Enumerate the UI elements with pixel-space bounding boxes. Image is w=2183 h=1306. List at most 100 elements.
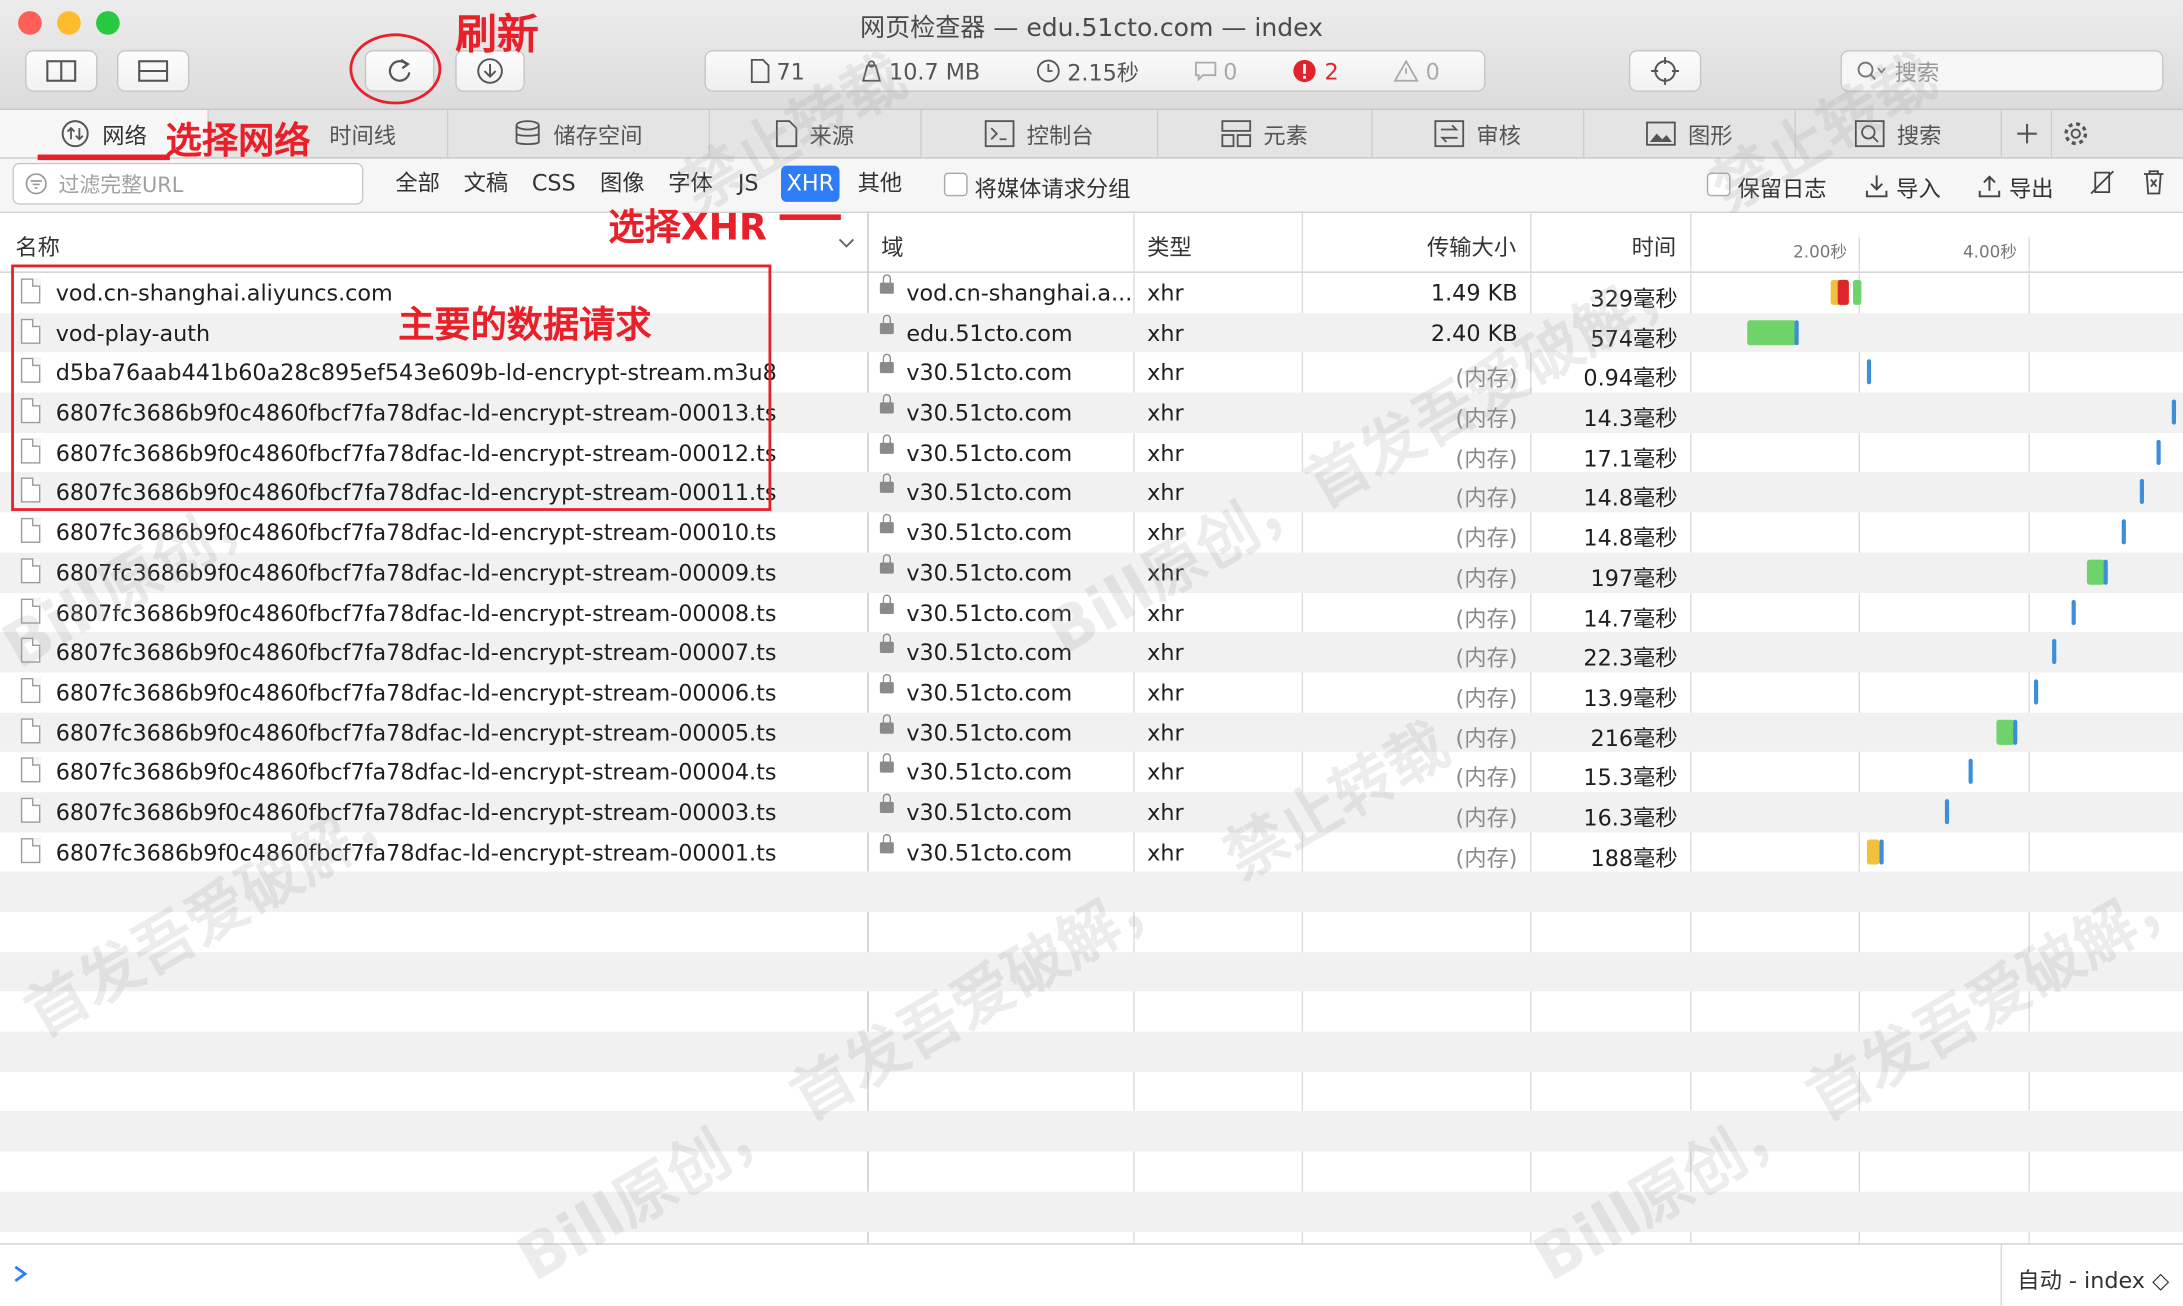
annotation-main-requests-box — [11, 264, 772, 511]
request-type: xhr — [1147, 799, 1184, 826]
column-header-size[interactable]: 传输大小 — [1427, 228, 1516, 261]
request-size: (内存) — [1455, 604, 1518, 632]
column-header-domain[interactable]: 域 — [881, 228, 903, 261]
lock-icon — [879, 753, 894, 774]
load-time[interactable]: 2.15秒 — [1035, 54, 1139, 87]
request-type: xhr — [1147, 439, 1184, 467]
annotation-select-network: 选择网络 — [165, 121, 311, 163]
timeline-bar — [2086, 559, 2106, 585]
trash-icon — [2143, 170, 2164, 195]
filter-icon — [25, 173, 47, 195]
new-tab-button[interactable] — [2002, 109, 2053, 158]
dock-bottom-button[interactable] — [116, 50, 190, 92]
filter-type-all[interactable]: 全部 — [390, 166, 446, 202]
clock-icon — [1036, 59, 1060, 83]
lock-icon — [879, 633, 894, 654]
request-domain: vod.cn-shanghai.a... — [906, 279, 1133, 307]
column-header-name[interactable]: 名称 — [15, 228, 60, 261]
message-count[interactable]: 0 — [1194, 58, 1237, 84]
request-domain: v30.51cto.com — [906, 639, 1073, 666]
table-row[interactable]: 6807fc3686b9f0c4860fbcf7fa78dfac-ld-encr… — [0, 672, 2183, 712]
timeline-bar — [2052, 639, 2057, 665]
timeline-bar — [1996, 719, 2015, 745]
annotation-network-underline — [37, 154, 170, 161]
document-icon — [750, 58, 770, 84]
request-type: xhr — [1147, 359, 1184, 387]
table-row[interactable]: 6807fc3686b9f0c4860fbcf7fa78dfac-ld-encr… — [0, 712, 2183, 753]
request-name: 6807fc3686b9f0c4860fbcf7fa78dfac-ld-encr… — [55, 719, 777, 746]
timeline-bar — [1866, 838, 1880, 865]
filter-type-css[interactable]: CSS — [526, 166, 581, 202]
error-icon — [1293, 59, 1317, 83]
request-domain: v30.51cto.com — [906, 838, 1073, 866]
lock-icon — [879, 354, 894, 374]
request-time: 14.8毫秒 — [1583, 525, 1678, 552]
import-label: 导入 — [1896, 175, 1941, 202]
execution-context-select[interactable]: 自动 - index ◇ — [2017, 1261, 2169, 1294]
request-time: 15.3毫秒 — [1583, 764, 1678, 792]
request-type: xhr — [1147, 319, 1184, 347]
dock-side-button[interactable] — [25, 50, 98, 92]
timeline-tick-label: 2.00秒 — [1793, 242, 1848, 262]
clear-log-button[interactable] — [2141, 168, 2166, 201]
lock-icon — [879, 274, 894, 294]
tab-console[interactable]: 控制台 — [922, 109, 1159, 158]
lock-icon — [879, 434, 894, 454]
request-time: 188毫秒 — [1590, 844, 1678, 871]
error-count-value: 2 — [1324, 57, 1339, 85]
annotation-main-requests: 主要的数据请求 — [398, 304, 652, 347]
group-media-checkbox[interactable] — [943, 172, 968, 197]
timeline-bar — [2121, 519, 2126, 545]
filter-type-image[interactable]: 图像 — [594, 166, 650, 202]
disable-cache-button[interactable] — [2088, 168, 2116, 201]
prompt-chevron-icon[interactable] — [13, 1264, 30, 1283]
url-filter-input[interactable]: 过滤完整URL — [12, 162, 364, 205]
warning-icon — [1393, 59, 1419, 82]
annotation-select-xhr: 选择XHR — [608, 207, 767, 250]
lock-icon — [879, 394, 894, 414]
warning-count[interactable]: 0 — [1393, 57, 1440, 85]
request-type: xhr — [1147, 679, 1184, 706]
warning-count-value: 0 — [1425, 57, 1440, 85]
request-time: 13.9毫秒 — [1583, 684, 1678, 712]
request-domain: v30.51cto.com — [906, 519, 1073, 546]
element-picker-button[interactable] — [1628, 50, 1702, 92]
table-row[interactable]: 6807fc3686b9f0c4860fbcf7fa78dfac-ld-encr… — [0, 752, 2183, 792]
export-icon — [1978, 175, 2001, 198]
import-button[interactable]: 导入 — [1865, 170, 1941, 203]
request-type: xhr — [1147, 639, 1184, 666]
request-type: xhr — [1147, 479, 1184, 506]
request-name: 6807fc3686b9f0c4860fbcf7fa78dfac-ld-encr… — [55, 639, 777, 666]
table-row[interactable]: 6807fc3686b9f0c4860fbcf7fa78dfac-ld-encr… — [0, 513, 2183, 553]
message-icon — [1194, 61, 1216, 82]
tab-audit[interactable]: 审核 — [1373, 109, 1585, 158]
filter-type-other[interactable]: 其他 — [852, 166, 908, 202]
file-icon — [20, 797, 41, 823]
request-size: (内存) — [1455, 525, 1518, 552]
settings-button[interactable] — [2052, 110, 2099, 157]
export-button[interactable]: 导出 — [1978, 170, 2054, 203]
request-time: 216毫秒 — [1590, 724, 1678, 752]
lock-icon — [879, 673, 894, 694]
tab-timeline-label: 时间线 — [329, 122, 397, 149]
tab-storage-label: 储存空间 — [553, 122, 643, 149]
no-cache-icon — [2090, 170, 2114, 195]
error-count[interactable]: 2 — [1292, 57, 1339, 85]
request-domain: v30.51cto.com — [906, 399, 1073, 427]
filter-type-document[interactable]: 文稿 — [458, 166, 514, 202]
tab-console-label: 控制台 — [1026, 122, 1094, 149]
timeline-bar — [2171, 399, 2177, 425]
request-type: xhr — [1147, 719, 1184, 746]
request-time: 14.3毫秒 — [1583, 405, 1678, 432]
column-header-type[interactable]: 类型 — [1147, 228, 1192, 261]
tab-elements[interactable]: 元素 — [1158, 109, 1373, 158]
console-prompt-bar: 自动 - index ◇ — [0, 1243, 2183, 1306]
dock-bottom-icon — [138, 60, 169, 82]
prompt-divider — [2000, 1244, 2002, 1306]
load-time-value: 2.15秒 — [1067, 59, 1140, 87]
request-time: 22.3毫秒 — [1583, 644, 1678, 672]
url-filter-placeholder: 过滤完整URL — [58, 171, 184, 197]
sort-chevron-down-icon[interactable] — [838, 238, 855, 249]
lock-icon — [879, 553, 894, 574]
lock-icon — [879, 473, 894, 494]
